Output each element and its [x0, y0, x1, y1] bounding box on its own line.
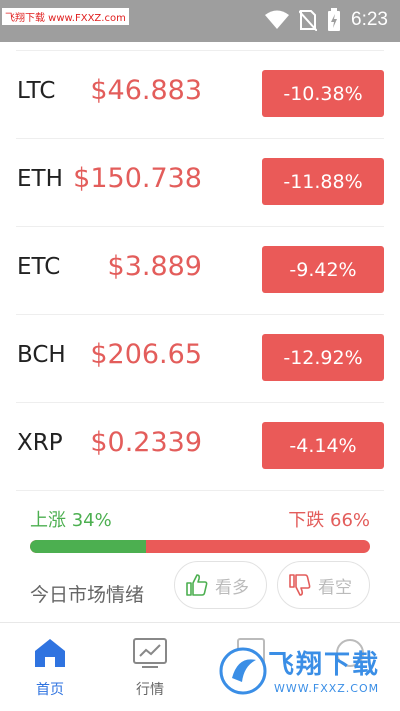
- mood-title: 今日市场情绪: [30, 584, 145, 606]
- sentiment-bar: [30, 540, 370, 553]
- nav-item-home[interactable]: 首页: [20, 637, 80, 699]
- coin-change-badge: -11.88%: [262, 158, 384, 205]
- coin-symbol: BCH: [17, 342, 66, 368]
- chart-icon: [133, 638, 167, 668]
- battery-charging-icon: [328, 8, 341, 31]
- status-time: 6:23: [351, 9, 388, 30]
- fall-percent-label: 下跌 66%: [288, 510, 370, 531]
- coin-row-xrp[interactable]: XRP $0.2339 -4.14%: [16, 403, 384, 491]
- nav-item-market[interactable]: 行情: [120, 637, 180, 699]
- bullish-button[interactable]: 看多: [174, 561, 267, 609]
- rise-percent-label: 上涨 34%: [30, 510, 112, 531]
- watermark-title: 飞翔下载: [268, 650, 381, 680]
- coin-price: $3.889: [107, 251, 202, 282]
- watermark-url: WWW.FXXZ.COM: [274, 682, 380, 695]
- bearish-button[interactable]: 看空: [277, 561, 370, 609]
- coin-row-ltc[interactable]: LTC $46.883 -10.38%: [16, 51, 384, 139]
- nav-home-label: 首页: [36, 682, 64, 698]
- coin-price: $206.65: [90, 339, 202, 370]
- coin-row-etc[interactable]: ETC $3.889 -9.42%: [16, 227, 384, 315]
- coin-symbol: LTC: [17, 78, 56, 104]
- watermark-text: 飞翔下载 www.FXXZ.com: [2, 8, 129, 25]
- coin-row-eth[interactable]: ETH $150.738 -11.88%: [16, 139, 384, 227]
- no-sim-icon: [299, 10, 318, 31]
- coin-change-badge: -4.14%: [262, 422, 384, 469]
- home-icon: [35, 639, 65, 667]
- coin-symbol: XRP: [17, 430, 63, 456]
- wifi-icon: [265, 10, 290, 29]
- market-sentiment: 上涨 34% 下跌 66%: [30, 506, 370, 553]
- coin-row-bch[interactable]: BCH $206.65 -12.92%: [16, 315, 384, 403]
- sentiment-labels: 上涨 34% 下跌 66%: [30, 506, 370, 532]
- coin-change-badge: -9.42%: [262, 246, 384, 293]
- coin-symbol: ETH: [17, 166, 63, 192]
- coin-price: $46.883: [90, 75, 202, 106]
- sentiment-bar-rise-fill: [30, 540, 146, 553]
- bullish-label: 看多: [215, 577, 249, 598]
- watermark-emblem-icon: [219, 647, 267, 695]
- thumbs-down-icon: [289, 574, 311, 596]
- nav-market-label: 行情: [136, 682, 164, 698]
- status-bar: 飞翔下载 www.FXXZ.com 6:23: [0, 0, 400, 42]
- thumbs-up-icon: [186, 574, 208, 596]
- bearish-label: 看空: [318, 577, 352, 598]
- coin-price: $150.738: [73, 163, 202, 194]
- coin-price: $0.2339: [90, 427, 202, 458]
- status-icons: 6:23: [265, 8, 388, 32]
- watermark-logo: 飞翔下载 WWW.FXXZ.COM: [218, 638, 394, 704]
- coin-change-badge: -12.92%: [262, 334, 384, 381]
- coin-change-badge: -10.38%: [262, 70, 384, 117]
- coin-list: LTC $46.883 -10.38% ETH $150.738 -11.88%…: [0, 51, 400, 491]
- coin-symbol: ETC: [17, 254, 61, 280]
